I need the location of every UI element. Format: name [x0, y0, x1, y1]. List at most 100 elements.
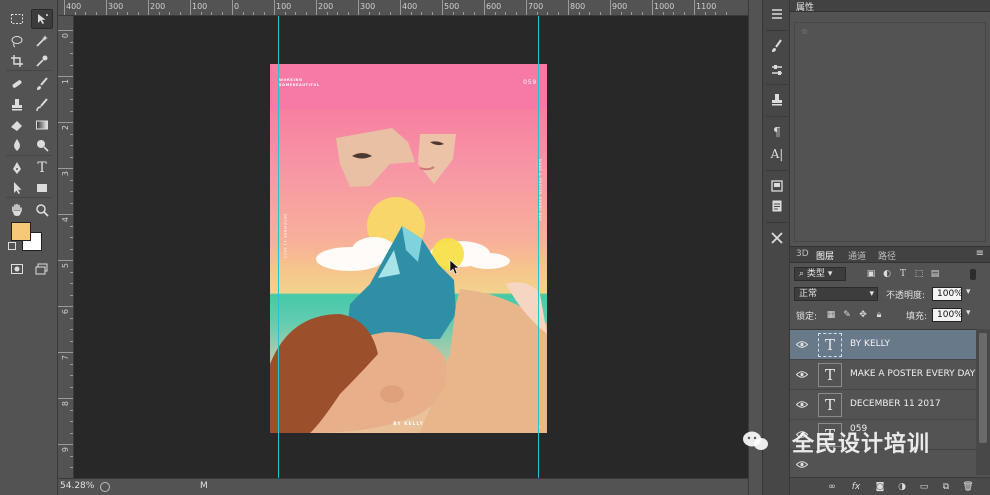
default-colors-icon[interactable]: [8, 242, 16, 250]
rectangular-marquee-tool[interactable]: [6, 9, 28, 29]
clone-stamp-tool[interactable]: [6, 95, 28, 115]
tab-channels[interactable]: 通道: [848, 249, 866, 262]
pen-tool[interactable]: [6, 158, 28, 178]
layer-row[interactable]: T DECEMBER 11 2017: [790, 390, 976, 420]
gradient-tool[interactable]: [31, 115, 53, 135]
magic-wand-tool[interactable]: [31, 31, 53, 51]
blur-tool[interactable]: [6, 135, 28, 155]
pixel-filter-icon[interactable]: ▣: [866, 269, 876, 279]
folder-icon[interactable]: ▭: [918, 481, 930, 493]
lock-all-icon[interactable]: 🔒︎: [874, 310, 884, 320]
brush-tool[interactable]: [31, 74, 53, 94]
lock-position-icon[interactable]: ✥: [858, 310, 868, 320]
chevron-down-icon[interactable]: ▾: [966, 308, 971, 318]
zoom-level[interactable]: 54.28%: [60, 481, 94, 491]
adjustment-icon[interactable]: ◑: [896, 481, 908, 493]
arrow-icon: [14, 182, 22, 194]
vertical-ruler[interactable]: 0 1 2 3 4 5 6 7 8 9: [58, 16, 74, 478]
history-brush-icon: [36, 98, 48, 112]
lasso-tool[interactable]: [6, 31, 28, 51]
notes-icon[interactable]: [768, 198, 786, 214]
layer-filter-select[interactable]: ⌕ 类型 ▾: [794, 267, 846, 281]
shape-filter-icon[interactable]: ⬚: [914, 269, 924, 279]
tab-3d[interactable]: 3D: [796, 249, 809, 259]
document-canvas[interactable]: WORKING SOMEBEAUTIFUL 059 DECEMBER 11 20…: [74, 16, 748, 478]
horizontal-ruler[interactable]: 400 300 200 100 0 100 200 300 400 500 600 700 800 900…: [58, 0, 748, 16]
path-selection-tool[interactable]: [6, 178, 28, 198]
eye-icon[interactable]: [796, 370, 808, 379]
mask-icon[interactable]: ◙: [874, 481, 886, 493]
rectangle-icon: [37, 184, 47, 192]
chevron-down-icon[interactable]: ▾: [966, 287, 971, 297]
filter-toggle[interactable]: [970, 269, 976, 280]
history-icon[interactable]: [768, 6, 786, 22]
eye-icon[interactable]: [796, 400, 808, 409]
brush-settings-icon[interactable]: [768, 62, 786, 78]
ruler-tick: [58, 444, 73, 445]
scroll-thumb[interactable]: [979, 333, 987, 443]
link-icon[interactable]: ∞: [826, 481, 838, 493]
move-tool[interactable]: [31, 9, 53, 29]
shape-tool[interactable]: [31, 178, 53, 198]
foreground-color-swatch[interactable]: [11, 222, 31, 241]
healing-brush-tool[interactable]: [6, 74, 28, 94]
layers-panel-tabs: 3D 图层 通道 路径 ≡: [790, 247, 990, 263]
clone-source-icon[interactable]: [768, 92, 786, 108]
zoom-tool[interactable]: [31, 200, 53, 220]
status-menu-icon[interactable]: [100, 482, 110, 492]
document-info[interactable]: M: [200, 481, 208, 491]
lock-image-icon[interactable]: ✎: [842, 310, 852, 320]
vertical-guide-right[interactable]: [538, 16, 539, 478]
tab-layers[interactable]: 图层: [816, 249, 834, 262]
brush-presets-icon[interactable]: [768, 38, 786, 54]
vertical-guide-left[interactable]: [278, 16, 279, 478]
tools-presets-icon[interactable]: [768, 230, 786, 246]
tool-separator: [6, 155, 52, 156]
blend-mode-select[interactable]: 正常 ▾: [794, 287, 878, 301]
ruler-label: 8: [61, 401, 70, 407]
image-panel-icon[interactable]: [768, 178, 786, 194]
ruler-tick: [652, 0, 653, 15]
eye-icon[interactable]: [796, 340, 808, 349]
properties-tab[interactable]: 属性: [790, 0, 990, 13]
ruler-label: 0: [61, 33, 70, 39]
fx-icon[interactable]: fx: [850, 481, 862, 493]
layer-row[interactable]: T MAKE A POSTER EVERY DAY: [790, 360, 976, 390]
ruler-label: 6: [61, 309, 70, 315]
dodge-icon: [37, 140, 49, 152]
layers-footer: ∞ fx ◙ ◑ ▭ ⧉ 🗑︎: [790, 477, 990, 495]
new-layer-icon[interactable]: ⧉: [940, 481, 952, 493]
paragraph-icon[interactable]: ¶: [768, 124, 786, 140]
type-filter-icon[interactable]: T: [898, 269, 908, 279]
type-tool[interactable]: T: [31, 158, 53, 178]
lock-transparent-icon[interactable]: ▦: [826, 310, 836, 320]
layers-scrollbar[interactable]: [976, 329, 990, 475]
fill-input[interactable]: 100%: [932, 308, 963, 322]
dock-separator: [766, 30, 788, 31]
hand-tool[interactable]: [6, 200, 28, 220]
dodge-tool[interactable]: [31, 135, 53, 155]
poster-artwork[interactable]: WORKING SOMEBEAUTIFUL 059 DECEMBER 11 20…: [270, 64, 547, 433]
smart-object-filter-icon[interactable]: ▤: [930, 269, 940, 279]
adjustment-filter-icon[interactable]: ◐: [882, 269, 892, 279]
panel-menu-icon[interactable]: ≡: [976, 248, 984, 259]
dock-separator: [766, 116, 788, 117]
eraser-tool[interactable]: [6, 115, 28, 135]
tab-paths[interactable]: 路径: [878, 249, 896, 262]
eyedropper-tool[interactable]: [31, 51, 53, 71]
history-brush-tool[interactable]: [31, 95, 53, 115]
eye-icon[interactable]: [796, 460, 808, 469]
opacity-input[interactable]: 100%: [932, 287, 963, 301]
screen-mode-tool[interactable]: [31, 259, 53, 279]
trash-icon[interactable]: 🗑︎: [962, 481, 974, 493]
ruler-tick: [190, 0, 191, 15]
lock-row: 锁定: ▦ ✎ ✥ 🔒︎ 填充: 100% ▾: [794, 308, 986, 324]
layer-row[interactable]: T BY KELLY: [790, 330, 976, 360]
quick-mask-tool[interactable]: [6, 259, 28, 279]
screen-mode-icon: [35, 263, 48, 275]
poster-collage: [270, 128, 547, 433]
character-icon[interactable]: A|: [768, 146, 786, 162]
ruler-label: 3: [61, 171, 70, 177]
text-layer-thumbnail: T: [818, 333, 842, 357]
crop-tool[interactable]: [6, 51, 28, 71]
